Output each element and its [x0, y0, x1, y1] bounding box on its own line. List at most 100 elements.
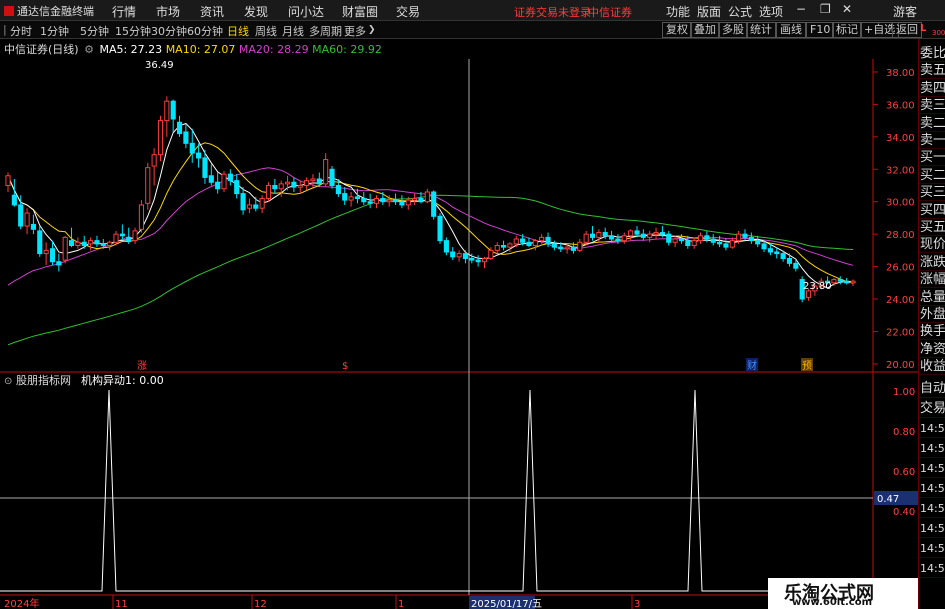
draw-button[interactable]: 画线 — [776, 22, 806, 38]
period-1min[interactable]: 1分钟 — [40, 23, 69, 39]
side-panel-item[interactable]: 总量 — [919, 289, 945, 306]
menu-wealth[interactable]: 财富圈 — [342, 3, 378, 20]
event-mark-forecast[interactable]: 预 — [802, 360, 812, 372]
side-panel-item[interactable]: 卖二 — [919, 115, 945, 132]
side-panel-item[interactable]: 委比 — [919, 45, 945, 62]
period-monthly[interactable]: 月线 — [282, 23, 304, 39]
overlay-button[interactable]: 叠加 — [690, 22, 720, 38]
mark-button[interactable]: 标记 — [832, 22, 862, 38]
stats-button[interactable]: 统计 — [746, 22, 776, 38]
f10-button[interactable]: F10 — [806, 22, 835, 38]
candle-body — [164, 100, 170, 122]
side-panel-item[interactable]: 涨跌 — [919, 254, 945, 271]
user-label[interactable]: 游客 — [893, 3, 917, 20]
side-panel-indicator-item[interactable]: 14:56 — [919, 439, 945, 458]
close-icon[interactable]: ✕ — [842, 2, 852, 16]
period-5min[interactable]: 5分钟 — [80, 23, 109, 39]
indicator-axis-label: 0.80 — [893, 427, 915, 438]
indicator-name: 机构异动1: 0.00 — [81, 373, 164, 387]
menu-quotes[interactable]: 行情 — [112, 3, 136, 20]
side-panel-indicator-item[interactable]: 自动 — [919, 379, 945, 398]
side-panel-item[interactable]: 卖一 — [919, 132, 945, 149]
candle-body — [43, 249, 49, 255]
login-status[interactable]: 证券交易未登录 — [514, 4, 591, 20]
candle-body — [494, 245, 500, 251]
side-panel-item[interactable]: 卖四 — [919, 80, 945, 97]
side-panel-indicator-item[interactable]: 14:56 — [919, 519, 945, 538]
menu-news[interactable]: 资讯 — [200, 3, 224, 20]
candle-body — [691, 240, 697, 247]
side-panel-item[interactable]: 买三 — [919, 184, 945, 202]
candle-body — [564, 246, 570, 250]
menu-function[interactable]: 功能 — [666, 3, 690, 20]
indicator-toggle-icon[interactable]: ⊙ — [4, 376, 12, 387]
candle-body — [761, 243, 767, 250]
candle-body — [380, 197, 386, 203]
restore-icon[interactable]: ❐ — [820, 2, 831, 16]
menu-trade[interactable]: 交易 — [396, 3, 420, 20]
candle-body — [157, 120, 164, 156]
side-panel-item[interactable]: 卖三 — [919, 97, 945, 115]
adjust-button[interactable]: 复权 — [662, 22, 692, 38]
menu-market[interactable]: 市场 — [156, 3, 180, 20]
back-button[interactable]: 返回 — [892, 22, 922, 38]
prev-icon[interactable]: | — [3, 23, 7, 36]
chevron-right-icon[interactable]: ❯ — [368, 25, 376, 35]
candle-body — [316, 178, 322, 185]
candle-body — [18, 204, 24, 227]
candle-body — [520, 238, 526, 243]
side-panel-indicator-item[interactable]: 14:56 — [919, 499, 945, 518]
side-panel-indicator-item[interactable]: 14:56 — [919, 559, 945, 578]
candle-body — [113, 233, 119, 243]
period-15min[interactable]: 15分钟 — [115, 23, 151, 39]
corner-num: 300 — [932, 29, 945, 37]
side-panel-item[interactable]: 外盘 — [919, 306, 945, 323]
period-more[interactable]: 更多 — [344, 23, 366, 39]
multi-stock-button[interactable]: 多股 — [718, 22, 748, 38]
side-panel-item[interactable]: 收益 — [919, 358, 945, 376]
side-panel-item[interactable]: 现价 — [919, 236, 945, 254]
menu-discover[interactable]: 发现 — [244, 3, 268, 20]
side-panel-item[interactable]: 净资 — [919, 341, 945, 358]
candle-body — [49, 248, 56, 263]
event-mark-finance[interactable]: 财 — [747, 359, 757, 372]
event-mark-limit[interactable]: 涨 — [137, 360, 147, 372]
candle-body — [704, 235, 710, 240]
side-panel-item[interactable]: 买二 — [919, 167, 945, 184]
menu-ask[interactable]: 问小达 — [288, 3, 324, 20]
side-panel-indicator-item[interactable]: 14:56 — [919, 419, 945, 438]
period-tick[interactable]: 分时 — [10, 23, 32, 39]
candle-body — [640, 233, 646, 238]
period-weekly[interactable]: 周线 — [255, 23, 277, 39]
period-60min[interactable]: 60分钟 — [187, 23, 223, 39]
side-panel-item[interactable]: 买一 — [919, 149, 945, 167]
side-panel-item[interactable]: 买四 — [919, 202, 945, 219]
side-panel-item[interactable]: 卖五 — [919, 62, 945, 80]
candle-body — [443, 240, 449, 253]
side-panel-item[interactable]: 换手 — [919, 323, 945, 341]
side-panel-indicator-item[interactable]: 14:56 — [919, 459, 945, 478]
period-daily[interactable]: 日线 — [227, 23, 249, 39]
side-panel-item[interactable]: 买五 — [919, 219, 945, 236]
candle-body — [589, 233, 596, 238]
menu-layout[interactable]: 版面 — [697, 3, 721, 20]
side-panel-indicator-item[interactable]: 14:56 — [919, 539, 945, 558]
period-multi[interactable]: 多周期 — [309, 23, 342, 39]
minimize-icon[interactable]: − — [796, 2, 806, 16]
menu-formula[interactable]: 公式 — [728, 3, 752, 20]
candle-body — [412, 197, 418, 201]
event-mark-dividend[interactable]: $ — [342, 361, 348, 372]
side-panel-indicator-item[interactable]: 交易 — [919, 399, 945, 418]
side-panel-item[interactable]: 涨幅 — [919, 271, 945, 289]
candle-body — [138, 204, 144, 230]
period-30min[interactable]: 30分钟 — [151, 23, 187, 39]
candle-body — [208, 175, 214, 183]
time-axis-label: 1 — [398, 599, 404, 609]
chart-area[interactable]: 38.00 36.00 34.00 32.00 30.00 28.00 26.00 24.00… — [0, 39, 918, 609]
candle-body — [532, 240, 538, 247]
menu-options[interactable]: 选项 — [759, 3, 783, 20]
indicator-axis-label: 0.40 — [893, 507, 915, 518]
side-panel-indicator-item[interactable]: 14:56 — [919, 479, 945, 498]
ma20-line — [7, 167, 854, 286]
indicator-title[interactable]: 股朋指标网 — [16, 373, 71, 387]
